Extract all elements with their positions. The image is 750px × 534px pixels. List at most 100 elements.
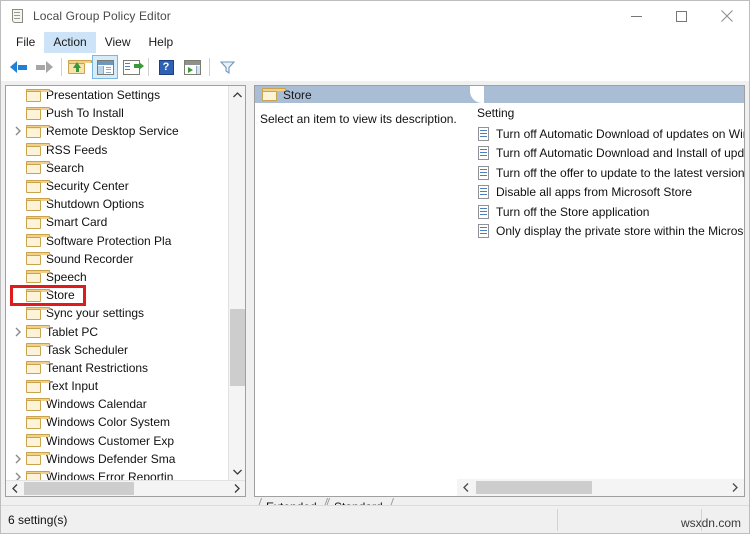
up-one-level-icon[interactable]	[66, 55, 92, 79]
settings-hscroll-thumb[interactable]	[476, 481, 592, 494]
menu-help[interactable]: Help	[140, 32, 183, 53]
chevron-right-icon[interactable]	[10, 433, 26, 449]
tree-item[interactable]: Presentation Settings	[6, 86, 228, 104]
description-text: Select an item to view its description.	[260, 112, 457, 126]
tree-item-label: Smart Card	[46, 215, 108, 230]
scroll-right-icon[interactable]	[228, 481, 245, 496]
chevron-right-icon[interactable]	[10, 160, 26, 176]
chevron-right-icon[interactable]	[10, 269, 26, 285]
tree-item[interactable]: RSS Feeds	[6, 141, 228, 159]
tree-item-label: Sync your settings	[46, 306, 145, 321]
chevron-right-icon[interactable]	[10, 305, 26, 321]
tree-item[interactable]: Tenant Restrictions	[6, 359, 228, 377]
tree-item[interactable]: Windows Calendar	[6, 395, 228, 413]
chevron-right-icon[interactable]	[10, 469, 26, 480]
folder-icon	[26, 124, 50, 138]
chevron-right-icon[interactable]	[10, 414, 26, 430]
main-content: Presentation Settings Push To Install Remo…	[1, 81, 749, 516]
chevron-right-icon[interactable]	[10, 105, 26, 121]
menu-file[interactable]: File	[7, 32, 44, 53]
tree-item[interactable]: Sound Recorder	[6, 250, 228, 268]
tree-item[interactable]: Push To Install	[6, 104, 228, 122]
scroll-down-icon[interactable]	[229, 463, 245, 480]
chevron-right-icon[interactable]	[10, 123, 26, 139]
chevron-right-icon[interactable]	[10, 142, 26, 158]
tree-horizontal-scrollbar[interactable]	[6, 480, 245, 496]
menu-action[interactable]: Action	[44, 31, 96, 53]
chevron-right-icon[interactable]	[10, 87, 26, 103]
setting-row[interactable]: Turn off Automatic Download of updates o…	[470, 124, 744, 144]
description-column: Select an item to view its description.	[255, 103, 469, 496]
show-hide-console-tree-icon[interactable]	[92, 55, 118, 79]
tree-vertical-scrollbar[interactable]	[228, 86, 245, 480]
tree-item[interactable]: Store	[6, 286, 228, 304]
tree-item[interactable]: Smart Card	[6, 213, 228, 231]
header-notch	[470, 86, 484, 103]
filter-icon[interactable]	[214, 55, 240, 79]
tree-item[interactable]: Tablet PC	[6, 322, 228, 340]
setting-row[interactable]: Turn off Automatic Download and Install …	[470, 144, 744, 164]
settings-horizontal-scrollbar[interactable]	[457, 479, 744, 496]
settings-scroll-right-icon[interactable]	[726, 479, 744, 496]
folder-icon	[262, 88, 286, 101]
chevron-right-icon[interactable]	[10, 233, 26, 249]
chevron-right-icon[interactable]	[10, 324, 26, 340]
folder-icon	[26, 161, 50, 175]
tree-hscroll-thumb[interactable]	[24, 482, 134, 495]
tree-item[interactable]: Remote Desktop Service	[6, 122, 228, 140]
policy-setting-icon	[477, 204, 490, 219]
chevron-right-icon[interactable]	[10, 396, 26, 412]
chevron-right-icon[interactable]	[10, 287, 26, 303]
tree-item[interactable]: Sync your settings	[6, 304, 228, 322]
minimize-icon[interactable]	[614, 1, 659, 31]
tree-item[interactable]: Windows Error Reportin	[6, 468, 228, 480]
settings-pane: Store Select an item to view its descrip…	[254, 85, 745, 497]
menu-view[interactable]: View	[96, 32, 140, 53]
chevron-right-icon[interactable]	[10, 251, 26, 267]
scroll-up-icon[interactable]	[229, 86, 245, 103]
settings-scroll-left-icon[interactable]	[457, 479, 475, 496]
chevron-right-icon[interactable]	[10, 378, 26, 394]
chevron-right-icon[interactable]	[10, 178, 26, 194]
settings-list[interactable]: Turn off Automatic Download of updates o…	[470, 124, 744, 241]
help-icon[interactable]: ?	[153, 55, 179, 79]
setting-column-header[interactable]: Setting	[470, 103, 744, 124]
setting-label: Disable all apps from Microsoft Store	[496, 185, 693, 200]
tree-item[interactable]: Windows Color System	[6, 413, 228, 431]
tree-item[interactable]: Task Scheduler	[6, 341, 228, 359]
forward-arrow-icon[interactable]	[31, 55, 57, 79]
chevron-right-icon[interactable]	[10, 342, 26, 358]
tree-item-label: Software Protection Pla	[46, 233, 172, 248]
policy-tree[interactable]: Presentation Settings Push To Install Remo…	[6, 86, 228, 480]
tree-item[interactable]: Text Input	[6, 377, 228, 395]
maximize-icon[interactable]	[659, 1, 704, 31]
folder-icon	[26, 397, 50, 411]
show-action-pane-icon[interactable]	[179, 55, 205, 79]
scroll-left-icon[interactable]	[6, 481, 23, 496]
folder-icon	[26, 434, 50, 448]
back-arrow-icon[interactable]	[5, 55, 31, 79]
status-bar: 6 setting(s) wsxdn.com	[1, 505, 749, 533]
export-list-icon[interactable]	[118, 55, 144, 79]
chevron-right-icon[interactable]	[10, 214, 26, 230]
setting-row[interactable]: Turn off the Store application	[470, 202, 744, 222]
chevron-right-icon[interactable]	[10, 196, 26, 212]
tree-item-label: Push To Install	[46, 106, 124, 121]
tree-item[interactable]: Speech	[6, 268, 228, 286]
tree-item[interactable]: Software Protection Pla	[6, 232, 228, 250]
chevron-right-icon[interactable]	[10, 451, 26, 467]
tree-item-label: Tenant Restrictions	[46, 360, 149, 375]
setting-row[interactable]: Only display the private store within th…	[470, 222, 744, 242]
policy-setting-icon	[477, 126, 490, 141]
setting-row[interactable]: Disable all apps from Microsoft Store	[470, 183, 744, 203]
tree-item[interactable]: Windows Defender Sma	[6, 450, 228, 468]
close-icon[interactable]	[704, 1, 749, 31]
chevron-right-icon[interactable]	[10, 360, 26, 376]
setting-row[interactable]: Turn off the offer to update to the late…	[470, 163, 744, 183]
tree-item[interactable]: Security Center	[6, 177, 228, 195]
tree-scroll-thumb[interactable]	[230, 309, 245, 386]
tree-item[interactable]: Shutdown Options	[6, 195, 228, 213]
tree-item[interactable]: Search	[6, 159, 228, 177]
tree-item[interactable]: Windows Customer Exp	[6, 432, 228, 450]
folder-icon	[26, 179, 50, 193]
